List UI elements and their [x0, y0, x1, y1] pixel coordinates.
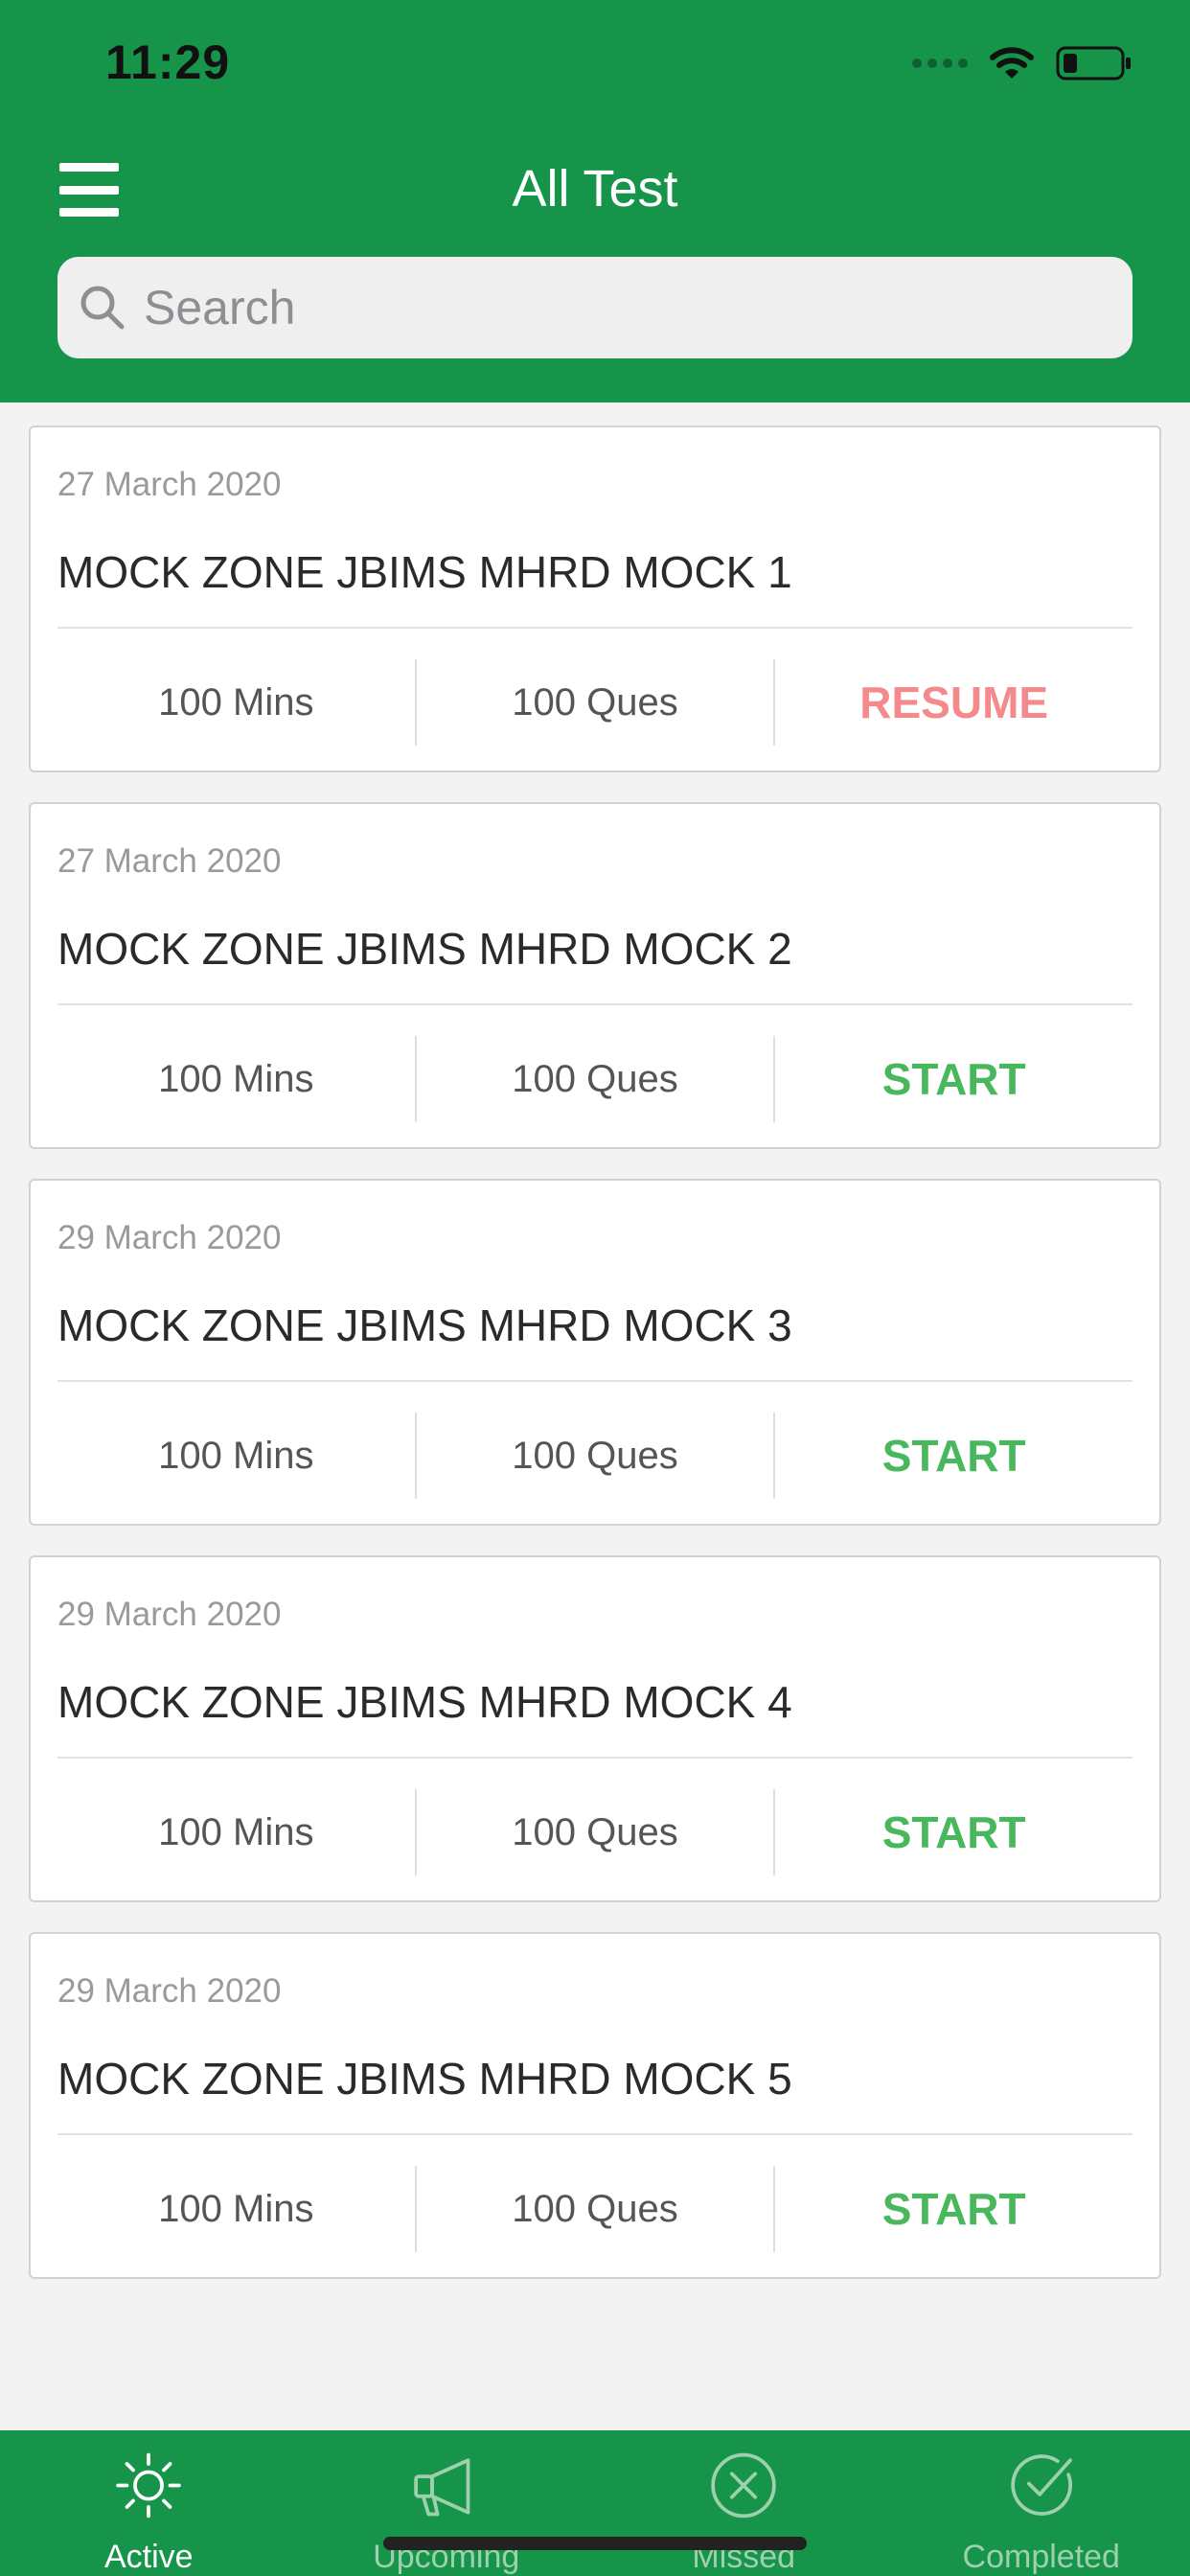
circle-check-icon — [1011, 2454, 1072, 2516]
test-meta-row: 100 Mins 100 Ques RESUME — [57, 659, 1133, 746]
wifi-icon — [990, 47, 1034, 79]
search-input[interactable] — [142, 268, 1133, 347]
status-icons — [912, 40, 1133, 86]
test-meta-row: 100 Mins 100 Ques START — [57, 1036, 1133, 1122]
test-title: MOCK ZONE JBIMS MHRD MOCK 2 — [57, 924, 792, 974]
search-bar[interactable] — [57, 257, 1133, 358]
signal-icon — [912, 58, 968, 68]
action-cell: START — [773, 1413, 1133, 1499]
start-button[interactable]: START — [877, 2182, 1032, 2236]
test-card[interactable]: 29 March 2020 MOCK ZONE JBIMS MHRD MOCK 3… — [29, 1179, 1161, 1526]
sun-icon — [116, 2452, 181, 2518]
test-question-count: 100 Ques — [414, 1413, 774, 1499]
home-indicator — [383, 2537, 807, 2550]
test-duration: 100 Mins — [158, 1434, 314, 1477]
divider — [57, 2133, 1133, 2135]
test-title: MOCK ZONE JBIMS MHRD MOCK 5 — [57, 2054, 792, 2104]
tab-missed[interactable]: Missed — [595, 2430, 893, 2576]
test-date: 29 March 2020 — [57, 1972, 282, 2010]
page-title: All Test — [512, 160, 678, 218]
circle-x-icon — [711, 2452, 776, 2518]
test-duration: 100 Mins — [158, 680, 314, 724]
test-list: 27 March 2020 MOCK ZONE JBIMS MHRD MOCK 1… — [29, 426, 1161, 2309]
action-cell: START — [773, 1789, 1133, 1875]
test-card[interactable]: 27 March 2020 MOCK ZONE JBIMS MHRD MOCK 2… — [29, 802, 1161, 1149]
resume-button[interactable]: RESUME — [854, 676, 1054, 729]
action-cell: START — [773, 2166, 1133, 2252]
start-button[interactable]: START — [877, 1052, 1032, 1106]
divider — [57, 1003, 1133, 1005]
action-cell: START — [773, 1036, 1133, 1122]
tab-upcoming[interactable]: Upcoming — [298, 2430, 596, 2576]
test-duration: 100 Mins — [158, 1057, 314, 1100]
tab-label: Active — [103, 2539, 194, 2575]
test-date: 29 March 2020 — [57, 1596, 282, 1633]
tab-label: Completed — [962, 2539, 1120, 2575]
test-date: 27 March 2020 — [57, 842, 282, 880]
test-duration: 100 Mins — [158, 1810, 314, 1853]
test-meta-row: 100 Mins 100 Ques START — [57, 1789, 1133, 1875]
test-duration: 100 Mins — [158, 2187, 314, 2230]
tab-active[interactable]: Active — [0, 2430, 298, 2576]
test-question-count: 100 Ques — [414, 1036, 774, 1122]
app-header: 11:29 All Test — [0, 0, 1190, 402]
start-button[interactable]: START — [877, 1429, 1032, 1483]
test-card[interactable]: 27 March 2020 MOCK ZONE JBIMS MHRD MOCK 1… — [29, 426, 1161, 772]
tab-completed[interactable]: Completed — [893, 2430, 1190, 2576]
divider — [57, 627, 1133, 629]
test-title: MOCK ZONE JBIMS MHRD MOCK 1 — [57, 547, 792, 597]
test-question-count: 100 Ques — [414, 2166, 774, 2252]
test-date: 27 March 2020 — [57, 466, 282, 503]
divider — [57, 1380, 1133, 1382]
divider — [57, 1757, 1133, 1759]
megaphone-icon — [414, 2458, 470, 2517]
test-date: 29 March 2020 — [57, 1219, 282, 1256]
test-card[interactable]: 29 March 2020 MOCK ZONE JBIMS MHRD MOCK 4… — [29, 1555, 1161, 1902]
test-title: MOCK ZONE JBIMS MHRD MOCK 3 — [57, 1300, 792, 1350]
test-question-count: 100 Ques — [414, 1789, 774, 1875]
battery-icon — [1056, 46, 1131, 80]
test-title: MOCK ZONE JBIMS MHRD MOCK 4 — [57, 1677, 792, 1727]
test-meta-row: 100 Mins 100 Ques START — [57, 2166, 1133, 2252]
test-meta-row: 100 Mins 100 Ques START — [57, 1413, 1133, 1499]
test-question-count: 100 Ques — [414, 659, 774, 746]
start-button[interactable]: START — [877, 1806, 1032, 1859]
bottom-tab-bar: Active Upcoming Missed Completed — [0, 2430, 1190, 2576]
test-card[interactable]: 29 March 2020 MOCK ZONE JBIMS MHRD MOCK 5… — [29, 1932, 1161, 2279]
search-icon — [80, 286, 125, 330]
action-cell: RESUME — [773, 659, 1133, 746]
status-time: 11:29 — [105, 35, 231, 89]
